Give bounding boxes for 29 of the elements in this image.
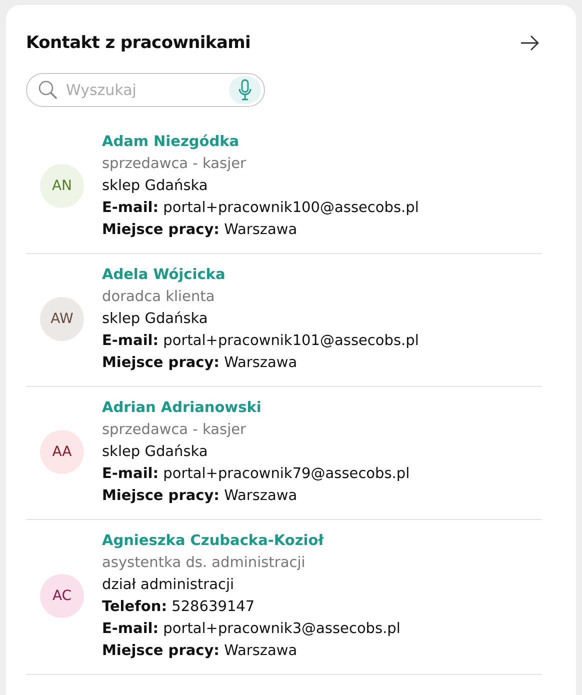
contact-detail: Miejsce pracy: Warszawa bbox=[102, 354, 298, 373]
microphone-icon[interactable] bbox=[229, 76, 261, 104]
avatar: AN bbox=[40, 164, 84, 208]
department: sklep Gdańska bbox=[102, 310, 209, 329]
job-title: sprzedawca - kasjer bbox=[102, 155, 248, 174]
employee-name[interactable]: Adam Niezgódka bbox=[102, 131, 419, 153]
search-icon bbox=[38, 80, 58, 100]
search-field[interactable]: Wyszukaj bbox=[26, 73, 265, 107]
contact-detail: E-mail: portal+pracownik79@assecobs.pl bbox=[102, 465, 410, 484]
department: sklep Gdańska bbox=[102, 443, 209, 462]
contact-detail: Miejsce pracy: Warszawa bbox=[102, 221, 298, 240]
employee-name[interactable]: Adrian Adrianowski bbox=[102, 397, 410, 419]
employee-name[interactable]: Adela Wójcicka bbox=[102, 264, 419, 286]
department: sklep Gdańska bbox=[102, 177, 209, 196]
panel-title: Kontakt z pracownikami bbox=[26, 33, 251, 53]
job-title: sprzedawca - kasjer bbox=[102, 421, 248, 440]
employee-name[interactable]: Agnieszka Czubacka-Kozioł bbox=[102, 530, 400, 552]
avatar: AW bbox=[40, 297, 84, 341]
job-title: doradca klienta bbox=[102, 288, 216, 307]
contact-detail: Miejsce pracy: Warszawa bbox=[102, 642, 298, 661]
contact-detail: Telefon: 528639147 bbox=[102, 598, 256, 617]
avatar: AA bbox=[40, 430, 84, 474]
contact-detail: Miejsce pracy: Warszawa bbox=[102, 487, 298, 506]
department: dział administracji bbox=[102, 576, 236, 595]
contact-detail: E-mail: portal+pracownik3@assecobs.pl bbox=[102, 620, 400, 639]
contact-detail: E-mail: portal+pracownik100@assecobs.pl bbox=[102, 199, 419, 218]
avatar: AC bbox=[40, 574, 84, 618]
contact-detail: E-mail: portal+pracownik101@assecobs.pl bbox=[102, 332, 419, 351]
job-title: asystentka ds. administracji bbox=[102, 554, 306, 573]
